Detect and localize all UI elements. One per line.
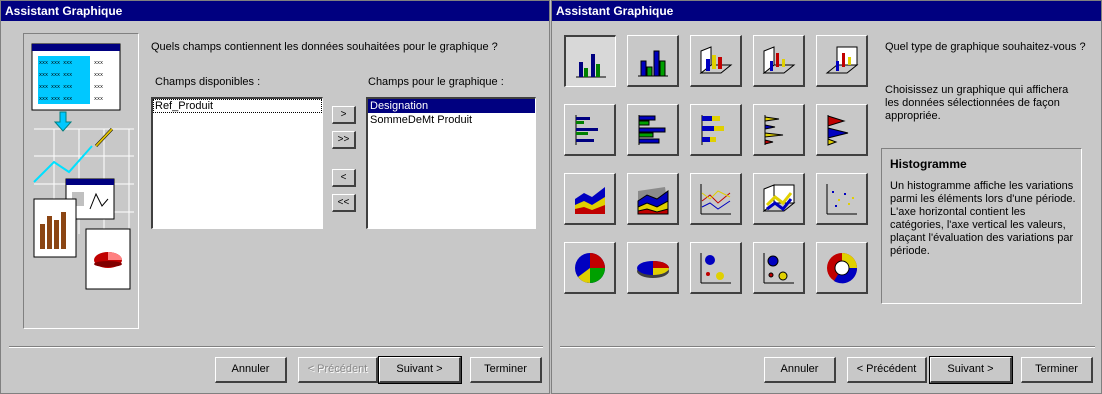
chart-type-button[interactable] [627,242,679,294]
fields-question: Quels champs contiennent les données sou… [151,41,498,53]
chart-fields-label: Champs pour le graphique : [368,76,504,88]
chart-type-button[interactable] [564,35,616,87]
remove-all-fields-button[interactable]: << [332,194,356,212]
chart-type-button[interactable] [753,104,805,156]
pie-3d-icon [637,261,669,278]
previous-button[interactable]: < Précédent [847,357,927,383]
chart-type-button[interactable] [690,242,742,294]
list-item[interactable]: Ref_Produit [153,99,322,113]
bar-2d-icon [575,115,598,145]
chart-type-button[interactable] [816,242,868,294]
chart-type-button[interactable] [627,104,679,156]
bar-cone-icon [764,115,784,145]
column-3d-icon [638,50,668,77]
svg-text:xxx: xxx [94,60,103,66]
chart-type-button[interactable] [690,173,742,225]
column-3d-clustered-icon [699,46,733,75]
add-field-button[interactable]: > [332,106,356,124]
add-all-fields-button[interactable]: >> [332,131,356,149]
svg-text:xxx xxx xxx: xxx xxx xxx [39,72,72,78]
wizard-illustration: xxx xxx xxx xxx xxx xxx xxx xxx xxx xxx xx… [23,33,139,329]
svg-text:xxx: xxx [94,72,103,78]
chart-type-button[interactable] [753,242,805,294]
line-2d-icon [700,184,731,215]
list-item[interactable]: SommeDeMt Produit [368,113,535,127]
column-3d-deep-icon [825,46,859,74]
bubble-3d-icon [763,253,794,284]
chart-type-hint: Choisissez un graphique qui affichera le… [885,84,1069,122]
chart-type-button[interactable] [627,35,679,87]
chart-wizard-fields-window: Assistant Graphique xxx xxx xxx xxx xxx x… [0,0,550,394]
line-3d-icon [762,184,796,213]
list-item[interactable]: Designation [368,99,535,113]
chart-type-name: Histogramme [890,157,967,171]
svg-text:xxx: xxx [94,84,103,90]
svg-text:xxx xxx xxx: xxx xxx xxx [39,60,72,66]
finish-button[interactable]: Terminer [470,357,542,383]
window-title: Assistant Graphique [1,1,549,21]
chart-type-button[interactable] [816,104,868,156]
scatter-icon [826,184,857,215]
chart-type-question: Quel type de graphique souhaitez-vous ? [885,41,1086,53]
column-2d-icon [576,54,606,78]
area-3d-icon [637,187,669,215]
bar-stacked-icon [701,115,724,145]
available-fields-list[interactable]: Ref_Produit [151,97,323,229]
pie-2d-icon [575,253,605,283]
bar-pyramid-icon [827,115,849,146]
doughnut-icon [827,253,858,284]
bubble-icon [700,253,731,284]
chart-type-button[interactable] [816,173,868,225]
chart-fields-list[interactable]: Designation SommeDeMt Produit [366,97,536,229]
next-button[interactable]: Suivant > [929,356,1013,384]
next-button[interactable]: Suivant > [378,356,462,384]
svg-text:xxx: xxx [94,96,103,102]
wizard-illustration-icon: xxx xxx xxx xxx xxx xxx xxx xxx xxx xxx xx… [31,43,134,290]
chart-type-button[interactable] [753,173,805,225]
chart-type-button[interactable] [564,242,616,294]
chart-type-button[interactable] [564,173,616,225]
available-fields-label: Champs disponibles : [155,76,261,88]
chart-type-button[interactable] [690,35,742,87]
chart-type-description: Un histogramme affiche les variations pa… [890,180,1076,257]
chart-type-button[interactable] [564,104,616,156]
chart-type-button[interactable] [816,35,868,87]
window-title: Assistant Graphique [552,1,1101,21]
separator [9,346,543,348]
finish-button[interactable]: Terminer [1021,357,1093,383]
bar-3d-icon [638,115,666,145]
column-3d-perspective-icon [762,46,796,75]
chart-type-button[interactable] [690,104,742,156]
chart-wizard-type-window: Assistant Graphique Quel type de graphiq… [551,0,1102,394]
separator [560,346,1095,348]
cancel-button[interactable]: Annuler [764,357,836,383]
chart-type-button[interactable] [627,173,679,225]
previous-button[interactable]: < Précédent [298,357,378,383]
chart-type-description-box: Histogramme Un histogramme affiche les v… [881,148,1082,304]
area-2d-icon [575,187,605,214]
svg-text:xxx xxx xxx: xxx xxx xxx [39,84,72,90]
cancel-button[interactable]: Annuler [215,357,287,383]
svg-text:xxx xxx xxx: xxx xxx xxx [39,96,72,102]
chart-type-button[interactable] [753,35,805,87]
remove-field-button[interactable]: < [332,169,356,187]
